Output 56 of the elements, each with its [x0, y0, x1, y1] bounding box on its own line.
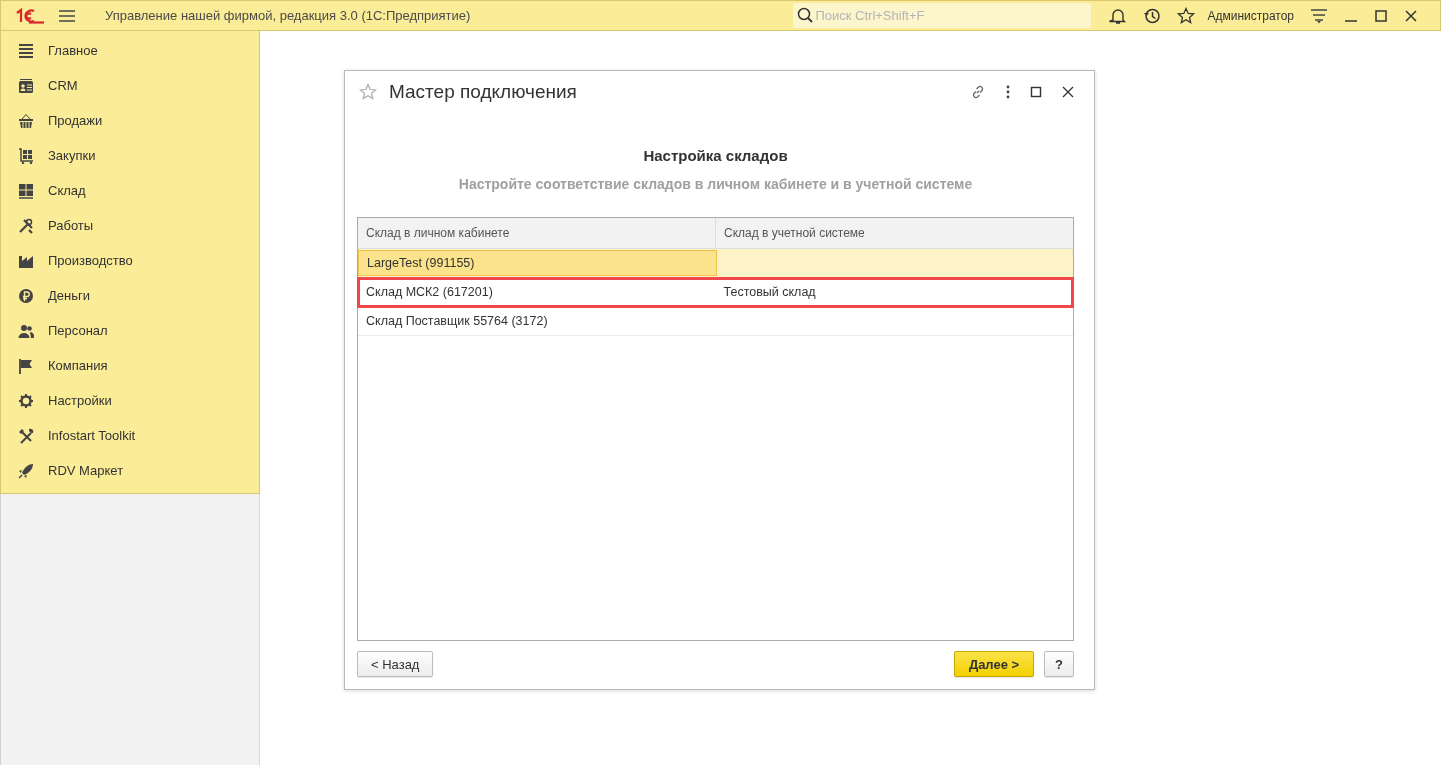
more-icon[interactable] — [1006, 84, 1010, 99]
maximize-icon[interactable] — [1030, 85, 1042, 98]
star-icon[interactable] — [359, 82, 377, 101]
sidebar-item[interactable]: Настройки — [1, 383, 259, 418]
search-field[interactable]: Поиск Ctrl+Shift+F — [793, 3, 1092, 28]
sidebar-item[interactable]: Компания — [1, 348, 259, 383]
app-title: Управление нашей фирмой, редакция 3.0 (1С:Предприятие) — [105, 8, 471, 23]
filter-icon[interactable] — [1310, 7, 1328, 24]
sidebar-item[interactable]: Работы — [1, 208, 259, 243]
user-name[interactable]: Администратор — [1207, 8, 1294, 23]
sidebar-item[interactable]: Персонал — [1, 313, 259, 348]
wrench-hammer-icon — [18, 427, 34, 444]
rocket-icon — [18, 462, 34, 479]
sidebar-item[interactable]: Продажи — [1, 103, 259, 138]
flag-icon — [18, 357, 34, 374]
bell-icon[interactable] — [1109, 6, 1128, 25]
help-button[interactable]: ? — [1044, 651, 1074, 677]
table-row[interactable]: Склад МСК2 (617201) Тестовый склад — [358, 277, 1073, 307]
gear-icon — [18, 392, 34, 409]
cart-icon — [18, 147, 34, 164]
link-icon[interactable] — [970, 83, 986, 100]
logo-icon — [15, 7, 45, 24]
column-header[interactable]: Склад в личном кабинете — [358, 217, 716, 248]
column-header[interactable]: Склад в учетной системе — [716, 217, 1073, 248]
section-subheading: Настройте соответствие складов в личном кабинете и в учетной системе — [457, 175, 974, 192]
table-cell: LargeTest (991155) — [358, 249, 717, 276]
grid-icon — [18, 182, 34, 199]
back-button[interactable]: < Назад — [357, 651, 434, 677]
menu-icon[interactable] — [59, 9, 75, 22]
table-cell-text: Тестовый склад — [722, 283, 817, 301]
sidebar-item[interactable]: Деньги — [1, 278, 259, 313]
star-icon[interactable] — [1177, 6, 1196, 25]
close-icon[interactable] — [1404, 8, 1418, 23]
contact-card-icon — [18, 77, 34, 94]
people-icon — [18, 322, 34, 339]
history-icon[interactable] — [1143, 6, 1162, 25]
tools-icon — [18, 217, 34, 234]
table-cell-text: Склад МСК2 (617201) — [365, 283, 494, 301]
dialog-title: Мастер подключения — [389, 80, 577, 103]
next-button[interactable]: Далее > — [954, 651, 1034, 677]
ruble-coin-icon — [18, 287, 34, 304]
table-cell-text: Склад Поставщик 55764 (3172) — [365, 312, 549, 330]
section-heading: Настройка складов — [642, 146, 789, 164]
list-icon — [18, 42, 34, 59]
sidebar-item[interactable]: Закупки — [1, 138, 259, 173]
sidebar-item[interactable]: RDV Маркет — [1, 453, 259, 488]
sidebar-item[interactable]: Главное — [1, 33, 259, 68]
sidebar-item[interactable]: Склад — [1, 173, 259, 208]
sidebar-item[interactable]: Производство — [1, 243, 259, 278]
search-icon — [797, 7, 814, 23]
table-row[interactable]: LargeTest (991155) — [358, 248, 1073, 278]
close-icon[interactable] — [1062, 85, 1074, 98]
sidebar-item[interactable]: CRM — [1, 68, 259, 103]
basket-icon — [18, 112, 34, 129]
table-row[interactable]: Склад Поставщик 55764 (3172) — [358, 306, 1073, 336]
sidebar-item[interactable]: Infostart Toolkit — [1, 418, 259, 453]
